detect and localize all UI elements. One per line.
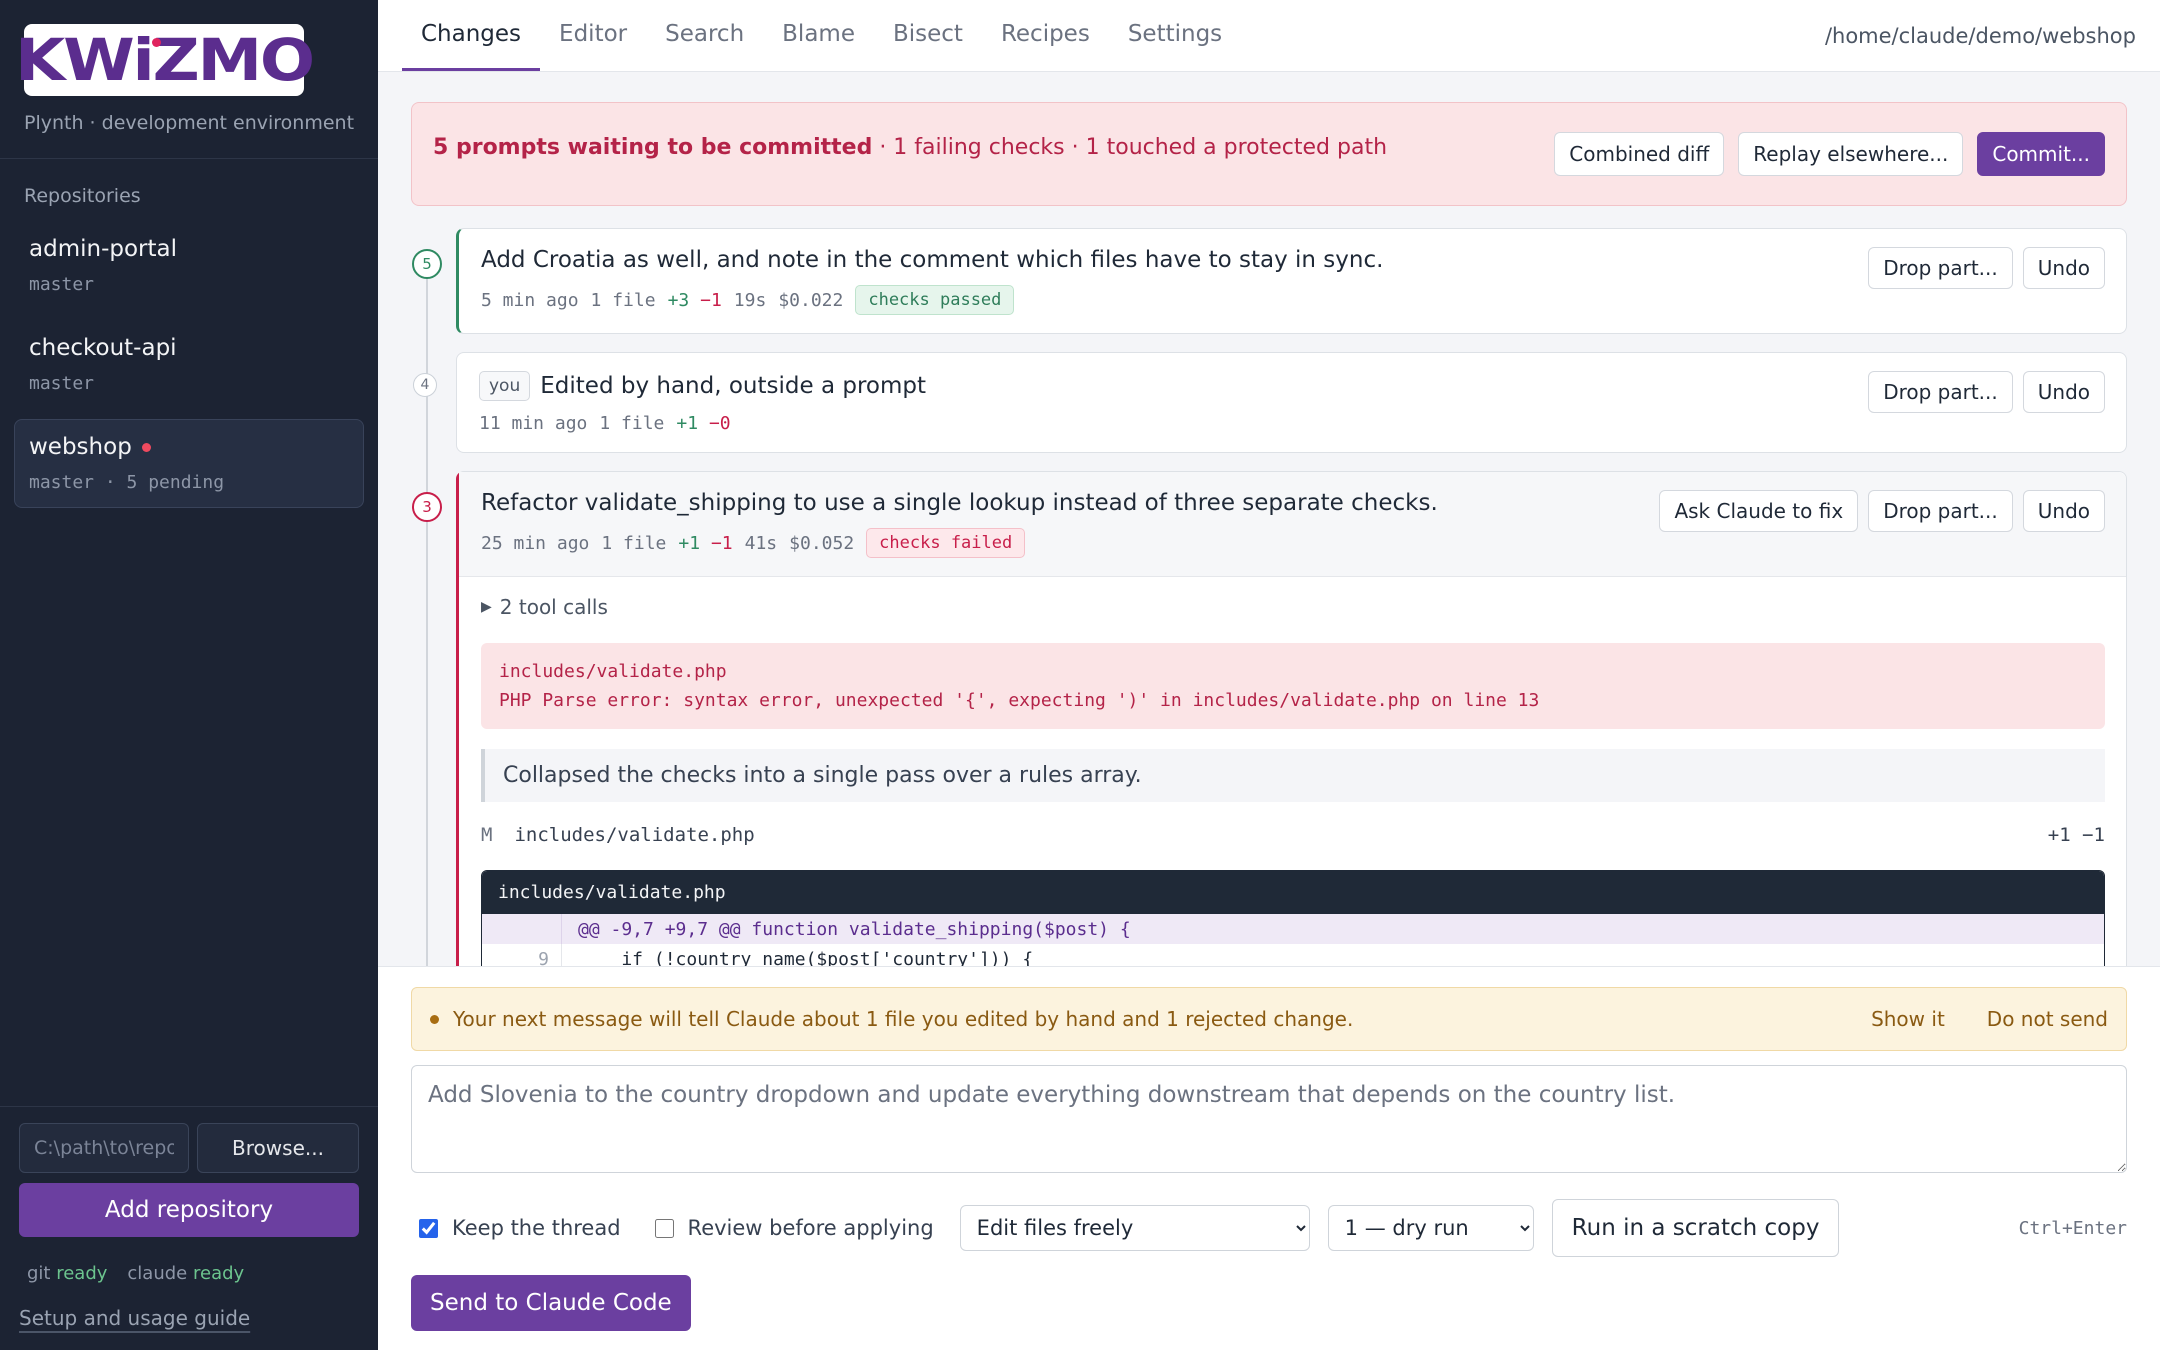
tab-editor[interactable]: Editor bbox=[540, 0, 646, 71]
main-panel: Changes Editor Search Blame Bisect Recip… bbox=[378, 0, 2160, 1350]
do-not-send-link[interactable]: Do not send bbox=[1987, 1007, 2108, 1031]
diff-file-header: includes/validate.php bbox=[482, 871, 2104, 914]
file-mode: M bbox=[481, 824, 493, 846]
edit-mode-select[interactable]: Edit files freely bbox=[959, 1205, 1310, 1251]
sidebar: KWiZMO Plynth · development environment … bbox=[0, 0, 378, 1350]
replay-elsewhere-button[interactable]: Replay elsewhere... bbox=[1738, 132, 1964, 176]
repo-path: /home/claude/demo/webshop bbox=[1824, 23, 2136, 48]
tab-search[interactable]: Search bbox=[646, 0, 763, 71]
prompt-input[interactable] bbox=[411, 1065, 2127, 1173]
review-option[interactable]: Review before applying bbox=[647, 1216, 934, 1240]
entry-title: Refactor validate_shipping to use a sing… bbox=[481, 490, 1438, 516]
kwizmo-logo: KWiZMO bbox=[15, 24, 315, 96]
logo-text: KWiZMO bbox=[15, 26, 315, 94]
keyboard-shortcut-hint: Ctrl+Enter bbox=[2018, 1217, 2127, 1239]
diff-line: 9 if (!country_name($post['country'])) { bbox=[482, 944, 2104, 966]
timeline-line bbox=[426, 258, 428, 966]
setup-guide-link[interactable]: Setup and usage guide bbox=[19, 1306, 250, 1330]
repo-name: admin-portal bbox=[29, 236, 177, 262]
changes-content: 5 prompts waiting to be committed · 1 fa… bbox=[378, 72, 2160, 966]
git-status: git ready bbox=[27, 1263, 108, 1284]
drop-part-button[interactable]: Drop part... bbox=[1868, 490, 2013, 532]
sidebar-footer: Browse... Add repository git ready claud… bbox=[0, 1106, 378, 1350]
warning-dot-icon bbox=[430, 1014, 439, 1024]
entry-meta: 11 min ago 1 file +1 −0 bbox=[479, 413, 731, 434]
file-path: includes/validate.php bbox=[514, 824, 755, 846]
combined-diff-button[interactable]: Combined diff bbox=[1554, 132, 1725, 176]
context-notice: Your next message will tell Claude about… bbox=[411, 987, 2127, 1051]
diff-view: includes/validate.php @@ -9,7 +9,7 @@ fu… bbox=[481, 870, 2105, 966]
entry-title: Edited by hand, outside a prompt bbox=[540, 373, 926, 399]
tab-blame[interactable]: Blame bbox=[763, 0, 874, 71]
checks-failed-badge: checks failed bbox=[866, 528, 1026, 558]
logo-container: KWiZMO bbox=[0, 0, 378, 96]
diff-hunk-header: @@ -9,7 +9,7 @@ function validate_shippi… bbox=[482, 914, 2104, 944]
drop-part-button[interactable]: Drop part... bbox=[1868, 247, 2013, 289]
run-in-scratch-copy-button[interactable]: Run in a scratch copy bbox=[1551, 1199, 1840, 1257]
browse-button[interactable]: Browse... bbox=[197, 1123, 359, 1173]
repo-branch: master · 5 pending bbox=[29, 472, 225, 493]
manual-edit-entry: 4 you Edited by hand, outside a prompt 11… bbox=[413, 352, 2127, 453]
notice-text: Your next message will tell Claude about… bbox=[453, 1007, 1354, 1031]
tool-status: git ready claude ready bbox=[19, 1263, 359, 1284]
review-before-applying-checkbox[interactable] bbox=[654, 1218, 674, 1238]
error-message: PHP Parse error: syntax error, unexpecte… bbox=[499, 690, 1540, 711]
you-tag: you bbox=[479, 371, 531, 401]
entry-number-badge: 4 bbox=[413, 373, 437, 397]
tool-calls-toggle[interactable]: ▶ 2 tool calls bbox=[481, 595, 2105, 619]
tab-settings[interactable]: Settings bbox=[1109, 0, 1241, 71]
commit-button[interactable]: Commit... bbox=[1977, 132, 2105, 176]
undo-button[interactable]: Undo bbox=[2022, 371, 2105, 413]
pending-indicator-dot bbox=[141, 442, 151, 452]
prompt-composer: Your next message will tell Claude about… bbox=[378, 966, 2160, 1350]
logo-dot bbox=[152, 38, 161, 47]
tab-bisect[interactable]: Bisect bbox=[874, 0, 982, 71]
file-stats: +1 −1 bbox=[2047, 824, 2105, 846]
ask-claude-to-fix-button[interactable]: Ask Claude to fix bbox=[1659, 490, 1859, 532]
add-repository-button[interactable]: Add repository bbox=[19, 1183, 359, 1237]
repo-name: checkout-api bbox=[29, 335, 177, 361]
repo-branch: master bbox=[29, 373, 95, 394]
entry-meta: 25 min ago 1 file +1 −1 41s $0.052 check… bbox=[481, 528, 1649, 558]
repo-path-input[interactable] bbox=[19, 1123, 189, 1173]
entry-number-badge: 5 bbox=[412, 249, 442, 279]
entry-title: Add Croatia as well, and note in the com… bbox=[481, 247, 1384, 273]
run-count-select[interactable]: 1 — dry run bbox=[1327, 1205, 1534, 1251]
pending-banner: 5 prompts waiting to be committed · 1 fa… bbox=[411, 102, 2127, 206]
tagline: Plynth · development environment bbox=[0, 96, 378, 159]
send-to-claude-button[interactable]: Send to Claude Code bbox=[411, 1275, 691, 1331]
repo-item-webshop[interactable]: webshop master · 5 pending bbox=[14, 419, 364, 508]
banner-text: 5 prompts waiting to be committed · 1 fa… bbox=[433, 134, 1388, 160]
show-it-link[interactable]: Show it bbox=[1871, 1007, 1945, 1031]
tab-changes[interactable]: Changes bbox=[402, 0, 541, 71]
undo-button[interactable]: Undo bbox=[2022, 490, 2105, 532]
top-navigation: Changes Editor Search Blame Bisect Recip… bbox=[378, 0, 2160, 72]
repo-item-admin-portal[interactable]: admin-portal master bbox=[14, 221, 364, 310]
claude-status: claude ready bbox=[127, 1263, 245, 1284]
error-file: includes/validate.php bbox=[499, 661, 727, 682]
repo-item-checkout-api[interactable]: checkout-api master bbox=[14, 320, 364, 409]
changed-file-row[interactable]: M includes/validate.php +1 −1 bbox=[481, 824, 2105, 846]
prompt-entry: 5 Add Croatia as well, and note in the c… bbox=[412, 228, 2127, 334]
check-error-output: includes/validate.php PHP Parse error: s… bbox=[481, 643, 2105, 729]
repo-name: webshop bbox=[29, 434, 132, 460]
tab-recipes[interactable]: Recipes bbox=[982, 0, 1109, 71]
triangle-right-icon: ▶ bbox=[481, 599, 492, 615]
entry-number-badge: 3 bbox=[412, 492, 442, 522]
prompt-entry-failed: 3 Refactor validate_shipping to use a si… bbox=[412, 471, 2127, 966]
entry-meta: 5 min ago 1 file +3 −1 19s $0.022 checks… bbox=[481, 285, 1858, 315]
repositories-heading: Repositories bbox=[24, 185, 141, 207]
checks-passed-badge: checks passed bbox=[855, 285, 1015, 315]
claude-summary: Collapsed the checks into a single pass … bbox=[481, 749, 2105, 802]
drop-part-button[interactable]: Drop part... bbox=[1868, 371, 2013, 413]
undo-button[interactable]: Undo bbox=[2022, 247, 2105, 289]
prompt-timeline: 5 Add Croatia as well, and note in the c… bbox=[411, 228, 2127, 966]
repo-branch: master bbox=[29, 274, 95, 295]
composer-options: Keep the thread Review before applying E… bbox=[411, 1199, 2127, 1257]
keep-thread-checkbox[interactable] bbox=[419, 1218, 438, 1238]
keep-thread-option[interactable]: Keep the thread bbox=[411, 1216, 621, 1240]
